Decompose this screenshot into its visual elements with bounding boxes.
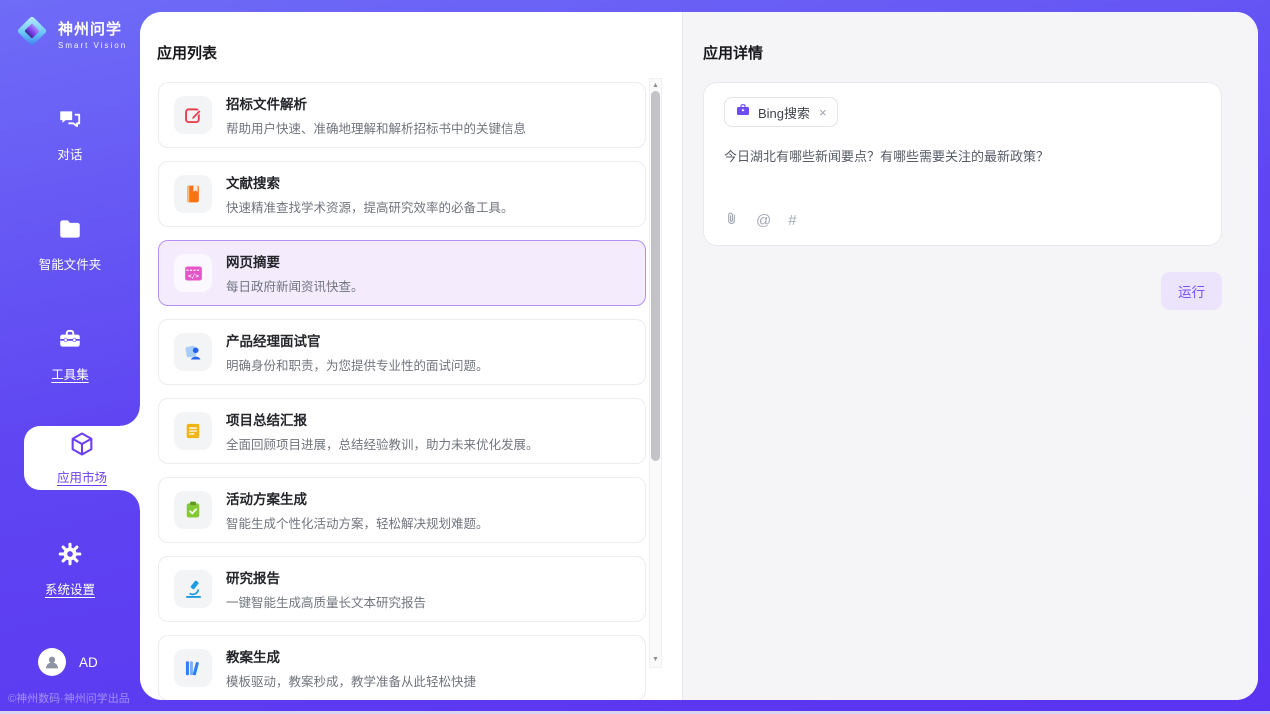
app-card-desc: 每日政府新闻资讯快查。 [226,276,364,295]
app-card-desc: 帮助用户快速、准确地理解和解析招标书中的关键信息 [226,118,526,137]
book-icon [174,175,212,213]
folder-icon [57,216,83,247]
webpage-icon: </> [174,254,212,292]
gear-icon [57,541,83,572]
at-icon[interactable]: @ [756,213,771,228]
toolbox-icon [57,326,83,357]
app-detail-panel: 应用详情 Bing搜索 × 今日湖北有哪些新闻要点？有哪些需要关注的最新政策？ [682,12,1258,700]
books-icon [174,649,212,687]
attachment-toolbar: @ # [724,211,1201,229]
tool-tag-label: Bing搜索 [758,103,810,122]
briefcase-icon [735,102,751,123]
hash-icon[interactable]: # [788,213,796,228]
scrollbar-thumb[interactable] [651,91,660,461]
brand-logo: 神州问学 Smart Vision [14,13,127,54]
brand-subtitle: Smart Vision [58,41,127,50]
sidebar-item-gear[interactable]: 系统设置 [0,541,140,598]
paperclip-icon[interactable] [724,211,739,229]
avatar[interactable] [38,648,66,676]
app-card-desc: 智能生成个性化活动方案，轻松解决规划难题。 [226,513,489,532]
app-card-title: 网页摘要 [226,251,364,271]
tag-close-icon[interactable]: × [819,105,827,120]
scroll-down-icon[interactable]: ▼ [650,655,661,665]
app-list-panel: 应用列表 招标文件解析帮助用户快速、准确地理解和解析招标书中的关键信息 文献搜索… [140,12,682,700]
clipboard-icon [174,491,212,529]
app-card-title: 项目总结汇报 [226,409,539,429]
user-initials: AD [79,655,98,670]
sidebar-item-toolbox[interactable]: 工具集 [0,326,140,383]
app-card[interactable]: 产品经理面试官明确身份和职责，为您提供专业性的面试问题。 [158,319,646,385]
sidebar-item-label: 对话 [57,144,82,163]
user-icon [43,653,61,671]
sidebar-item-chat[interactable]: 对话 [0,106,140,163]
microscope-icon [174,570,212,608]
app-card-title: 活动方案生成 [226,488,489,508]
interviewer-icon [174,333,212,371]
sidebar-item-folder[interactable]: 智能文件夹 [0,216,140,273]
sidebar-item-label: 应用市场 [57,467,107,486]
sidebar-item-cube[interactable]: 应用市场 [24,426,140,490]
cube-icon [68,430,96,463]
brand-diamond-icon [14,13,50,54]
app-card-desc: 快速精准查找学术资源，提高研究效率的必备工具。 [226,197,514,216]
app-card-title: 教案生成 [226,646,476,666]
sidebar-item-label: 工具集 [51,364,89,383]
main-content: 应用列表 招标文件解析帮助用户快速、准确地理解和解析招标书中的关键信息 文献搜索… [140,12,1258,700]
prompt-text[interactable]: 今日湖北有哪些新闻要点？有哪些需要关注的最新政策？ [724,147,1201,167]
app-card-title: 研究报告 [226,567,426,587]
run-button[interactable]: 运行 [1161,272,1222,310]
app-card-desc: 一键智能生成高质量长文本研究报告 [226,592,426,611]
app-card-desc: 全面回顾项目进展，总结经验教训，助力未来优化发展。 [226,434,539,453]
app-card-desc: 模板驱动，教案秒成，教学准备从此轻松快捷 [226,671,476,690]
user-row[interactable]: AD [38,648,98,676]
app-card-list: 招标文件解析帮助用户快速、准确地理解和解析招标书中的关键信息 文献搜索快速精准查… [158,82,646,700]
app-card-title: 招标文件解析 [226,93,526,113]
prompt-card: Bing搜索 × 今日湖北有哪些新闻要点？有哪些需要关注的最新政策？ @ # [703,82,1222,246]
bid-doc-icon [174,96,212,134]
sidebar-item-label: 智能文件夹 [39,254,102,273]
scroll-up-icon[interactable]: ▲ [650,81,661,91]
app-card[interactable]: 教案生成模板驱动，教案秒成，教学准备从此轻松快捷 [158,635,646,700]
app-detail-title: 应用详情 [703,42,763,63]
note-icon [174,412,212,450]
scrollbar[interactable]: ▲ ▼ [649,78,662,668]
sidebar: 神州问学 Smart Vision 对话 智能文件夹 工具集 应用市场系统设置 … [0,0,140,714]
sidebar-item-label: 系统设置 [45,579,95,598]
app-card-title: 文献搜索 [226,172,514,192]
chat-icon [57,106,83,137]
app-list-title: 应用列表 [157,42,217,63]
svg-text:</>: </> [187,272,198,279]
app-card-desc: 明确身份和职责，为您提供专业性的面试问题。 [226,355,489,374]
tool-tag-bing-search[interactable]: Bing搜索 × [724,97,838,127]
app-card[interactable]: </> 网页摘要每日政府新闻资讯快查。 [158,240,646,306]
copyright-text: ©神州数码·神州问学出品 [8,690,130,706]
brand-name: 神州问学 [58,18,127,39]
app-card[interactable]: 研究报告一键智能生成高质量长文本研究报告 [158,556,646,622]
app-card[interactable]: 文献搜索快速精准查找学术资源，提高研究效率的必备工具。 [158,161,646,227]
app-card-title: 产品经理面试官 [226,330,489,350]
app-card[interactable]: 活动方案生成智能生成个性化活动方案，轻松解决规划难题。 [158,477,646,543]
app-card[interactable]: 招标文件解析帮助用户快速、准确地理解和解析招标书中的关键信息 [158,82,646,148]
app-card[interactable]: 项目总结汇报全面回顾项目进展，总结经验教训，助力未来优化发展。 [158,398,646,464]
